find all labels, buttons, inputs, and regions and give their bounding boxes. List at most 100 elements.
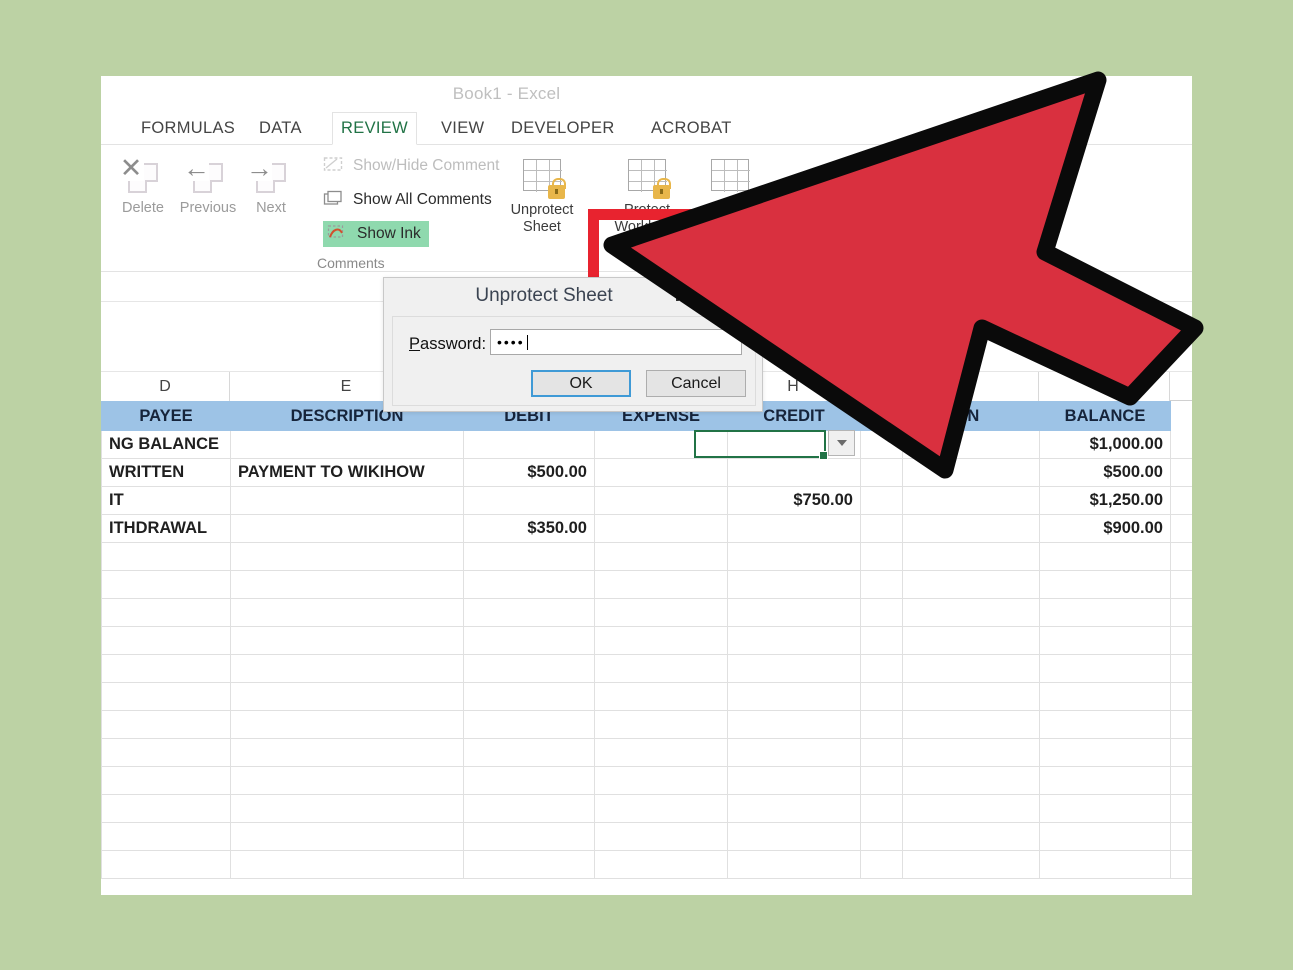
cell-empty[interactable] [1039,822,1171,851]
unprotect-sheet-button[interactable]: Unprotect Sheet [493,155,591,235]
cell-empty[interactable] [463,794,595,823]
cell-empty[interactable] [101,654,231,683]
cell-empty[interactable] [1039,654,1171,683]
cell-empty[interactable] [230,794,464,823]
cell-empty[interactable] [230,850,464,879]
cell-description[interactable]: PAYMENT TO WIKIHOW [230,458,464,487]
cell-empty[interactable] [594,738,728,767]
cell-expense[interactable] [594,486,728,515]
table-row-empty[interactable] [101,682,1192,711]
cell-empty[interactable] [594,822,728,851]
cell-credit[interactable]: $750.00 [727,486,861,515]
cell-empty[interactable] [230,570,464,599]
cell-debit[interactable] [463,486,595,515]
cell-empty[interactable] [902,710,1040,739]
table-row-empty[interactable] [101,766,1192,795]
cell-empty[interactable] [1039,570,1171,599]
cell-empty[interactable] [860,542,903,571]
cell-empty[interactable] [902,738,1040,767]
cell-empty[interactable] [1039,598,1171,627]
table-row-empty[interactable] [101,654,1192,683]
cell-empty[interactable] [727,542,861,571]
cell-empty[interactable] [902,766,1040,795]
cell-empty[interactable] [727,682,861,711]
cell-empty[interactable] [101,738,231,767]
cell-empty[interactable] [727,822,861,851]
cell-empty[interactable] [1039,794,1171,823]
cell-empty[interactable] [101,822,231,851]
cell-empty[interactable] [101,598,231,627]
cell-debit[interactable] [463,430,595,459]
cell-empty[interactable] [101,794,231,823]
cell-empty[interactable] [594,626,728,655]
cell-empty[interactable] [1039,682,1171,711]
table-row-empty[interactable] [101,822,1192,851]
show-hide-comment-button[interactable]: Show/Hide Comment [323,153,499,179]
cell-empty[interactable] [860,598,903,627]
show-ink-button[interactable]: Show Ink [323,221,429,247]
cell-income[interactable] [902,514,1040,543]
cell-empty[interactable] [230,654,464,683]
cell-empty[interactable] [463,766,595,795]
cell-empty[interactable] [230,710,464,739]
cell-balance[interactable]: $1,250.00 [1039,486,1171,515]
cell-payee[interactable]: IT [101,486,231,515]
cell-empty[interactable] [902,654,1040,683]
cell-expense[interactable] [594,514,728,543]
cell-empty[interactable] [101,766,231,795]
cell-empty[interactable] [1039,626,1171,655]
cell-empty[interactable] [463,570,595,599]
tab-review[interactable]: REVIEW [332,112,417,145]
table-row-empty[interactable] [101,542,1192,571]
table-row-empty[interactable] [101,710,1192,739]
cell-empty[interactable] [727,738,861,767]
cell-empty[interactable] [230,542,464,571]
tab-formulas[interactable]: FORMULAS [131,112,245,145]
cell-empty[interactable] [902,598,1040,627]
cell-payee[interactable]: ITHDRAWAL [101,514,231,543]
delete-comment-button[interactable]: ✕ Delete [113,153,173,216]
cell-empty[interactable] [902,542,1040,571]
table-row-empty[interactable] [101,738,1192,767]
cell-empty[interactable] [463,738,595,767]
cell-empty[interactable] [902,682,1040,711]
cell-empty[interactable] [860,766,903,795]
cell-empty[interactable] [727,710,861,739]
cell-empty[interactable] [1039,542,1171,571]
cell-empty[interactable] [860,738,903,767]
cell-empty[interactable] [230,766,464,795]
column-header-D[interactable]: D [101,372,230,401]
cell-empty[interactable] [594,542,728,571]
table-row-empty[interactable] [101,598,1192,627]
header-payee[interactable]: PAYEE [101,401,231,431]
cell-empty[interactable] [860,710,903,739]
cell-empty[interactable] [727,626,861,655]
cell-empty[interactable] [101,570,231,599]
cell-empty[interactable] [463,542,595,571]
cell-empty[interactable] [727,766,861,795]
cell-income[interactable] [902,486,1040,515]
cell-empty[interactable] [101,542,231,571]
cell-empty[interactable] [230,598,464,627]
cell-empty[interactable] [463,822,595,851]
cell-empty[interactable] [860,794,903,823]
tab-data[interactable]: DATA [249,112,312,145]
table-row-empty[interactable] [101,850,1192,879]
cell-empty[interactable] [230,626,464,655]
cell-empty[interactable] [101,626,231,655]
cell-payee[interactable]: NG BALANCE [101,430,231,459]
table-row[interactable]: IT $750.00 $1,250.00 [101,486,1192,515]
cell-empty[interactable] [463,710,595,739]
cell-description[interactable] [230,486,464,515]
table-row[interactable]: ITHDRAWAL $350.00 $900.00 [101,514,1192,543]
cell-empty[interactable] [463,850,595,879]
cell-empty[interactable] [860,822,903,851]
cell-empty[interactable] [594,654,728,683]
tab-view[interactable]: VIEW [431,112,494,145]
cell-empty[interactable] [463,654,595,683]
cell-empty[interactable] [594,570,728,599]
cell-empty[interactable] [101,710,231,739]
cell-empty[interactable] [727,598,861,627]
cell-empty[interactable] [902,570,1040,599]
cell-empty[interactable] [860,570,903,599]
